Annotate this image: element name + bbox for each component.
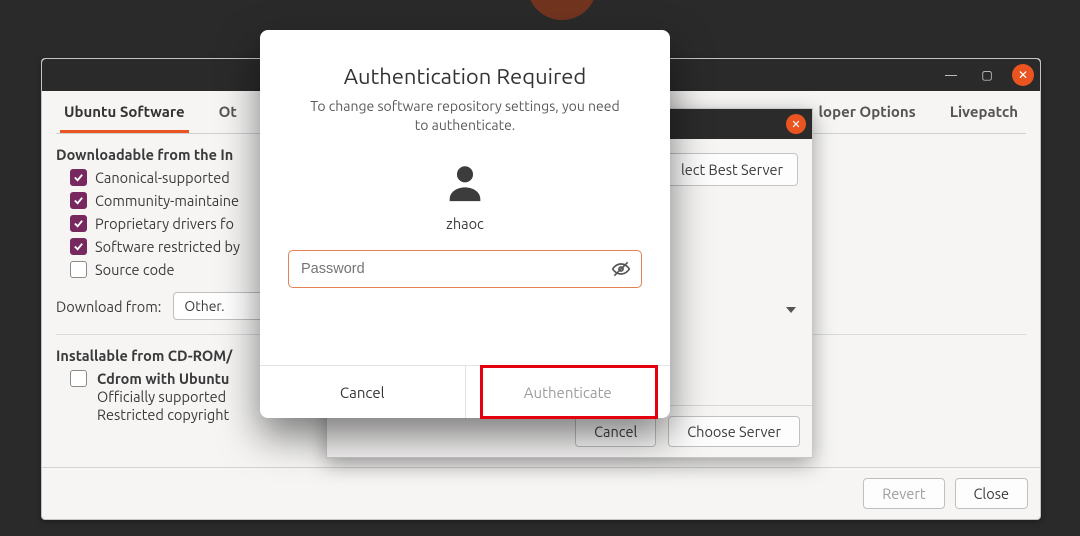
tab-developer-options[interactable]: loper Options <box>815 91 920 133</box>
cdrom-line1: Cdrom with Ubuntu <box>97 370 229 388</box>
checkbox-icon <box>70 370 87 387</box>
subdialog-cancel-button[interactable]: Cancel <box>575 416 656 447</box>
auth-actions: Cancel Authenticate <box>260 365 670 418</box>
opt-proprietary-label: Proprietary drivers fo <box>95 215 234 232</box>
window-maximize-button[interactable]: ▢ <box>976 64 998 86</box>
checkbox-icon <box>70 169 87 186</box>
opt-canonical-label: Canonical-supported <box>95 169 230 186</box>
subdialog-close-button[interactable]: ✕ <box>786 114 806 134</box>
tab-ubuntu-software[interactable]: Ubuntu Software <box>60 91 189 133</box>
auth-title: Authentication Required <box>276 64 654 89</box>
window-close-button[interactable]: ✕ <box>1012 64 1034 86</box>
tab-livepatch[interactable]: Livepatch <box>946 91 1022 133</box>
password-input[interactable] <box>299 260 611 278</box>
tab-other-software[interactable]: Ot <box>215 91 241 133</box>
dropdown-chevron-icon[interactable] <box>786 307 796 313</box>
auth-cancel-button[interactable]: Cancel <box>260 366 465 418</box>
choose-server-button[interactable]: Choose Server <box>668 416 800 447</box>
auth-username: zhaoc <box>446 215 484 232</box>
toggle-password-visibility-icon[interactable] <box>611 259 631 279</box>
auth-authenticate-button[interactable]: Authenticate <box>465 366 671 418</box>
auth-dialog: Authentication Required To change softwa… <box>260 30 670 418</box>
password-field[interactable] <box>288 250 642 288</box>
cdrom-line2: Officially supported <box>97 388 229 406</box>
close-button[interactable]: Close <box>955 478 1028 509</box>
checkbox-icon <box>70 238 87 255</box>
opt-restricted-label: Software restricted by <box>95 238 240 255</box>
download-from-label: Download from: <box>56 298 161 315</box>
cdrom-line3: Restricted copyright <box>97 406 229 424</box>
auth-message: To change software repository settings, … <box>304 97 626 135</box>
opt-source-label: Source code <box>95 261 175 278</box>
user-avatar-icon <box>442 159 488 205</box>
checkbox-icon <box>70 215 87 232</box>
window-footer: Revert Close <box>42 467 1040 519</box>
checkbox-icon <box>70 192 87 209</box>
select-best-server-button[interactable]: lect Best Server <box>666 153 798 186</box>
auth-user-block: zhaoc <box>260 159 670 232</box>
revert-button[interactable]: Revert <box>863 478 944 509</box>
opt-community-label: Community-maintaine <box>95 192 239 209</box>
window-minimize-button[interactable]: — <box>940 64 962 86</box>
checkbox-icon <box>70 261 87 278</box>
download-from-select[interactable]: Other. <box>173 292 267 320</box>
